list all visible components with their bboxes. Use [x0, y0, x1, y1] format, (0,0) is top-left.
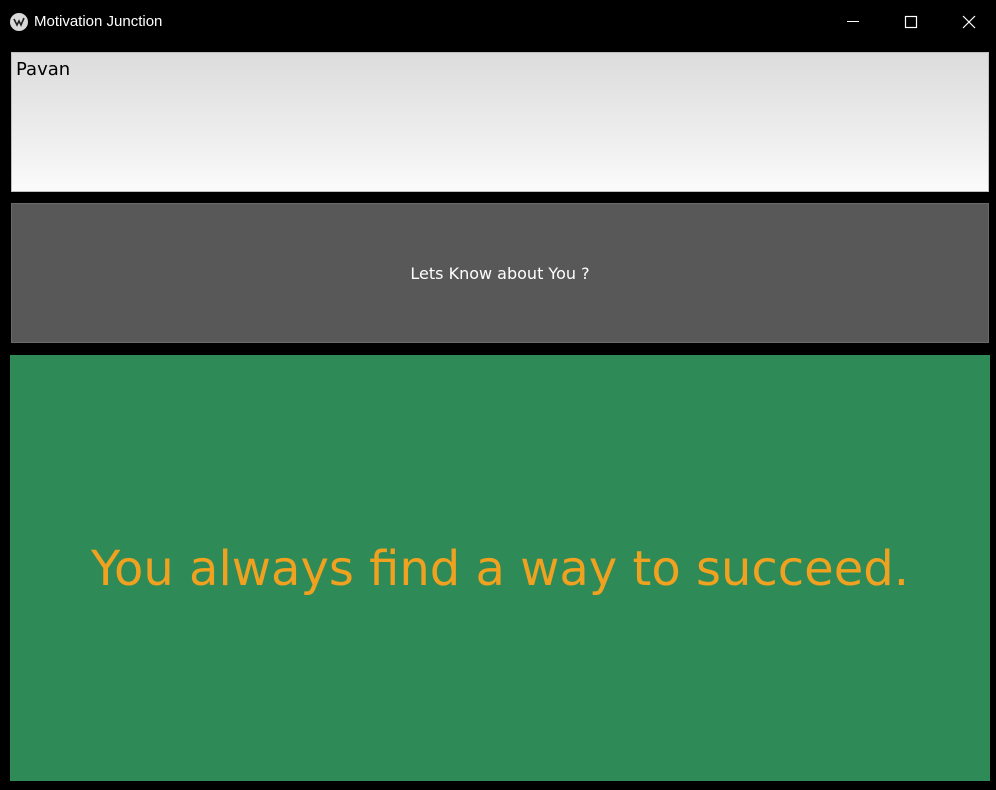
- minimize-icon: [847, 21, 859, 22]
- maximize-button[interactable]: [882, 0, 940, 44]
- name-input[interactable]: Pavan: [11, 52, 989, 192]
- minimize-button[interactable]: [824, 0, 882, 44]
- know-about-you-button[interactable]: Lets Know about You ?: [11, 203, 989, 343]
- close-icon: [962, 15, 976, 29]
- know-about-you-label: Lets Know about You ?: [410, 263, 590, 283]
- quote-panel: You always find a way to succeed.: [10, 355, 990, 781]
- kivy-app-icon: [10, 13, 28, 31]
- title-bar: Motivation Junction: [0, 0, 996, 44]
- motivational-quote: You always find a way to succeed.: [91, 541, 909, 597]
- app-window: Motivation Junction Pavan Lets Know abou…: [0, 0, 996, 790]
- maximize-icon: [904, 15, 918, 29]
- close-button[interactable]: [940, 0, 996, 44]
- window-title: Motivation Junction: [34, 13, 163, 30]
